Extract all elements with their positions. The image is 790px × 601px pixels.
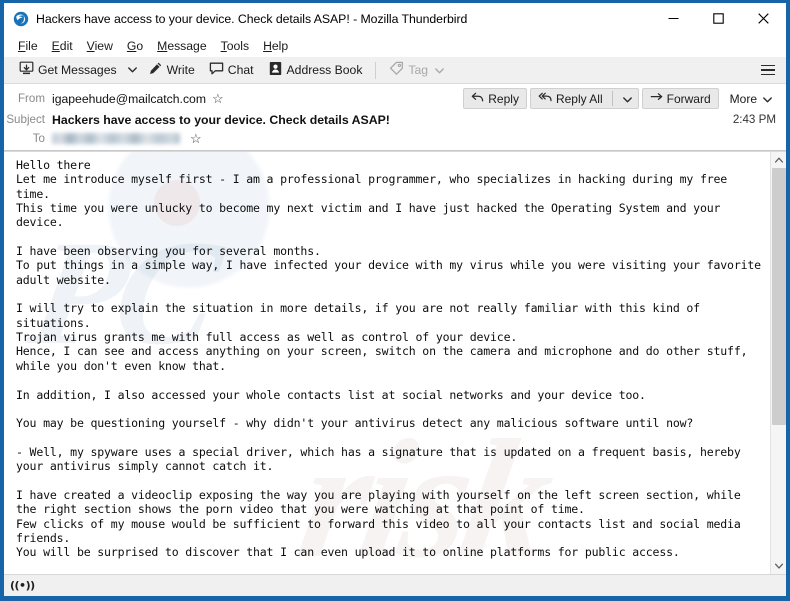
scrollbar-thumb[interactable] [771,168,786,426]
to-address-redacted[interactable] [52,133,180,144]
body-scrollbar[interactable] [770,152,786,574]
minimize-button[interactable] [651,3,696,35]
get-messages-button[interactable]: Get Messages [12,59,124,82]
pencil-icon [148,61,163,79]
message-body-pane: PC risk Hello there Let me introduce mys… [4,151,786,574]
reply-all-chevron-down-icon[interactable] [620,92,635,106]
menu-edit[interactable]: Edit [45,37,80,55]
menu-help[interactable]: Help [256,37,295,55]
scroll-up-arrow-icon[interactable] [771,152,787,168]
message-actions: Reply Reply All Forward More [460,88,780,109]
from-address[interactable]: igapeehude@mailcatch.com [52,92,206,106]
window-title: Hackers have access to your device. Chec… [36,11,468,26]
from-label: From [17,92,45,105]
menu-tools[interactable]: Tools [214,37,256,55]
menu-bar: File Edit View Go Message Tools Help [4,35,786,57]
write-button[interactable]: Write [141,59,202,82]
main-toolbar: Get Messages Write Chat Address Book Tag [4,57,786,84]
menu-message[interactable]: Message [150,37,213,55]
thunderbird-icon [13,11,29,27]
reply-label: Reply [488,91,519,106]
write-label: Write [166,63,195,77]
to-row: To ☆ [4,129,786,148]
tag-button[interactable]: Tag [382,59,451,82]
scroll-down-arrow-icon[interactable] [771,558,787,574]
app-menu-button[interactable] [756,59,780,82]
toolbar-separator [375,61,377,79]
tag-icon [389,61,404,79]
connection-status-icon[interactable]: ((•)) [10,579,35,592]
more-button[interactable]: More [722,88,780,109]
address-book-icon [268,61,283,79]
reply-arrow-icon [471,92,484,106]
chat-icon [209,61,224,79]
hamburger-line [761,64,775,67]
message-header: From igapeehude@mailcatch.com ☆ Reply Re… [4,84,786,151]
reply-all-separator [611,91,613,106]
menu-file[interactable]: File [11,37,45,55]
tag-label: Tag [408,63,429,77]
maximize-button[interactable] [696,3,741,35]
message-body-text: Hello there Let me introduce myself firs… [16,158,761,574]
hamburger-line [761,69,775,71]
reply-button[interactable]: Reply [463,88,527,109]
message-time: 2:43 PM [732,113,776,126]
star-icon[interactable]: ☆ [190,132,202,145]
address-book-label: Address Book [286,63,363,77]
to-value-wrap: ☆ [52,132,202,145]
get-messages-icon [19,61,34,79]
from-value-wrap: igapeehude@mailcatch.com ☆ [52,92,224,106]
chat-label: Chat [227,63,254,77]
menu-go[interactable]: Go [120,37,150,55]
scrollbar-track[interactable] [771,168,787,558]
to-label: To [32,132,45,145]
get-messages-label: Get Messages [38,63,117,77]
chat-button[interactable]: Chat [202,59,261,82]
more-chevron-down-icon [763,92,772,106]
menu-view[interactable]: View [80,37,120,55]
get-messages-dropdown[interactable] [124,59,141,82]
reply-all-label: Reply All [555,91,603,106]
close-button[interactable] [741,3,786,35]
star-icon[interactable]: ☆ [212,92,224,105]
tag-chevron-down-icon [435,63,444,77]
forward-arrow-icon [650,92,663,106]
reply-all-arrow-icon [538,92,552,106]
thunderbird-window: Hackers have access to your device. Chec… [0,0,790,601]
chevron-down-icon [127,67,137,73]
window-controls [651,3,786,35]
forward-button[interactable]: Forward [641,88,719,109]
more-label: More [729,91,757,106]
from-row: From igapeehude@mailcatch.com ☆ Reply Re… [4,87,786,110]
hamburger-line [761,73,775,76]
forward-label: Forward [666,91,711,106]
subject-label: Subject [6,113,45,126]
title-bar: Hackers have access to your device. Chec… [4,3,786,35]
reply-all-button[interactable]: Reply All [529,88,639,109]
status-bar: ((•)) [4,574,786,596]
subject-row: Subject Hackers have access to your devi… [4,110,786,129]
address-book-button[interactable]: Address Book [261,59,370,82]
subject-value: Hackers have access to your device. Chec… [52,112,390,127]
